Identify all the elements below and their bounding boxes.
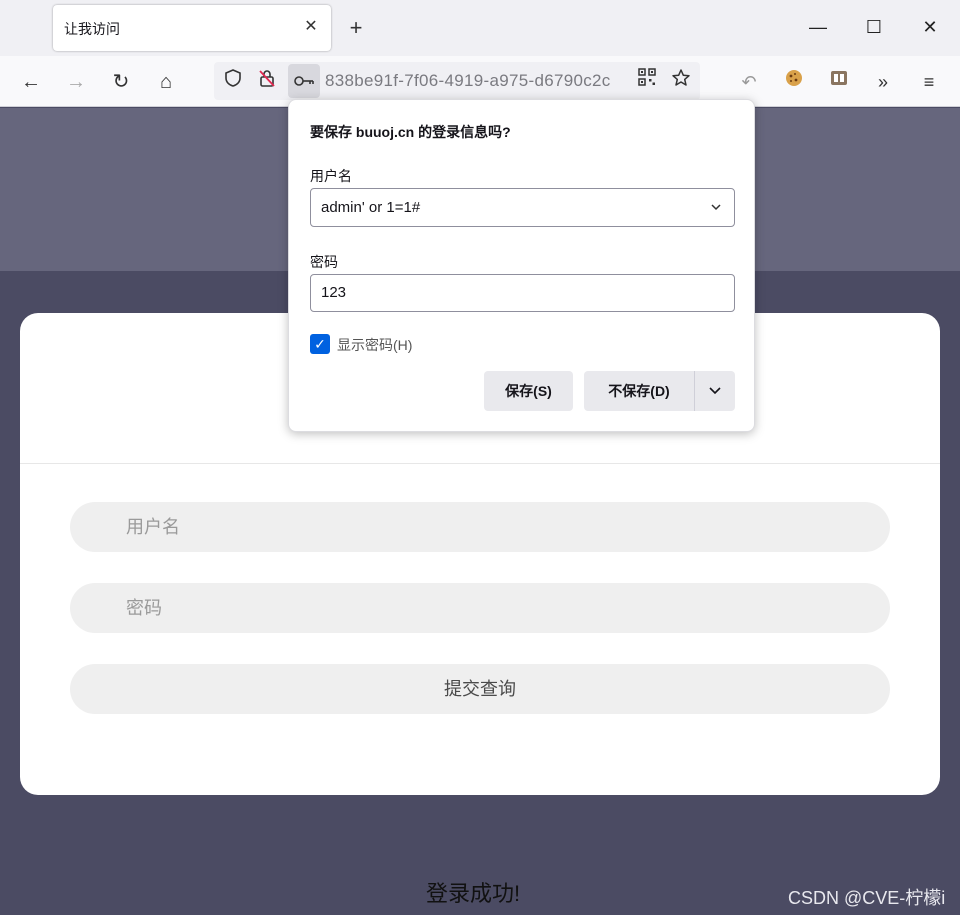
window-close-icon[interactable]: ✕ bbox=[915, 12, 945, 42]
star-icon[interactable] bbox=[668, 68, 694, 94]
username-label: 用户名 bbox=[310, 168, 352, 184]
password-label: 密码 bbox=[310, 254, 338, 270]
popup-title: 要保存 buuoj.cn 的登录信息吗? bbox=[310, 124, 511, 140]
url-text[interactable]: 838be91f-7f06-4919-a975-d6790c2c bbox=[325, 71, 627, 91]
reload-button[interactable]: ↻ bbox=[106, 67, 136, 97]
maximize-icon[interactable]: ☐ bbox=[859, 12, 889, 42]
qr-code-icon[interactable] bbox=[634, 68, 660, 94]
blocked-lock-icon[interactable] bbox=[254, 68, 280, 94]
undo-icon[interactable]: ↶ bbox=[735, 68, 763, 96]
menu-icon[interactable]: ≡ bbox=[915, 68, 943, 96]
username-value: admin' or 1=1# bbox=[321, 199, 421, 216]
cookie-icon[interactable] bbox=[780, 68, 808, 96]
username-input[interactable] bbox=[70, 502, 890, 552]
watermark: CSDN @CVE-柠檬i bbox=[788, 888, 946, 908]
password-field[interactable]: 123 bbox=[310, 274, 735, 312]
forward-button[interactable]: → bbox=[61, 67, 91, 97]
tab-title: 让我访问 bbox=[64, 21, 120, 37]
tab-strip: 让我访问 ✕ + — ☐ ✕ bbox=[0, 0, 960, 56]
save-button[interactable]: 保存(S) bbox=[484, 371, 573, 411]
password-value: 123 bbox=[321, 284, 347, 301]
back-button[interactable]: ← bbox=[16, 67, 46, 97]
chevron-down-icon[interactable] bbox=[694, 371, 735, 411]
username-field[interactable]: admin' or 1=1# bbox=[310, 188, 735, 227]
show-password-checkbox[interactable]: ✓ bbox=[310, 334, 330, 354]
chevron-down-icon[interactable] bbox=[710, 189, 722, 240]
shield-icon[interactable] bbox=[220, 68, 246, 94]
card-divider bbox=[20, 463, 940, 464]
save-login-popup: 要保存 buuoj.cn 的登录信息吗? 用户名 admin' or 1=1# … bbox=[288, 99, 755, 432]
show-password-label[interactable]: 显示密码(H) bbox=[337, 335, 412, 355]
extension-icon[interactable] bbox=[825, 68, 853, 96]
new-tab-button[interactable]: + bbox=[341, 14, 371, 44]
submit-button[interactable]: 提交查询 bbox=[70, 664, 890, 714]
overflow-icon[interactable]: » bbox=[869, 68, 897, 96]
password-input[interactable] bbox=[70, 583, 890, 633]
key-icon[interactable] bbox=[288, 64, 320, 98]
url-bar[interactable]: 838be91f-7f06-4919-a975-d6790c2c bbox=[214, 62, 700, 100]
tab-active[interactable]: 让我访问 ✕ bbox=[53, 5, 331, 51]
minimize-icon[interactable]: — bbox=[803, 12, 833, 42]
home-button[interactable]: ⌂ bbox=[151, 67, 181, 97]
close-tab-icon[interactable]: ✕ bbox=[301, 17, 321, 37]
dont-save-button[interactable]: 不保存(D) bbox=[584, 371, 694, 411]
